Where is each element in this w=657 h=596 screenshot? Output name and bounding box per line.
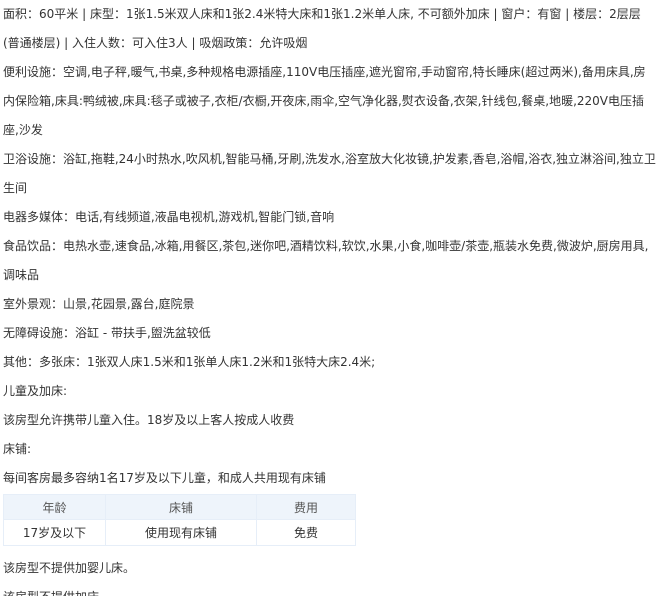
- table-row: 17岁及以下 使用现有床铺 免费: [3, 519, 356, 546]
- table-header-fee: 费用: [256, 494, 356, 520]
- room-detail-panel: 面积：60平米 | 床型：1张1.5米双人床和1张2.4米特大床和1张1.2米单…: [3, 0, 657, 596]
- facility-food-drink: 食品饮品：电热水壶,速食品,冰箱,用餐区,茶包,迷你吧,酒精饮料,软饮,水果,小…: [3, 232, 657, 290]
- facility-label: 其他：: [3, 355, 40, 369]
- facility-value: 浴缸 - 带扶手,盥洗盆较低: [75, 326, 211, 340]
- table-header-age: 年龄: [3, 494, 106, 520]
- facility-accessibility: 无障碍设施：浴缸 - 带扶手,盥洗盆较低: [3, 319, 657, 348]
- children-bed-fee-table: 年龄 床铺 费用 17岁及以下 使用现有床铺 免费: [3, 494, 356, 546]
- facility-value: 山景,花园景,露台,庭院景: [63, 297, 195, 311]
- facility-convenience: 便利设施：空调,电子秤,暖气,书桌,多种规格电源插座,110V电压插座,遮光窗帘…: [3, 58, 657, 145]
- facility-value: 浴缸,拖鞋,24小时热水,吹风机,智能马桶,牙刷,洗发水,浴室放大化妆镜,护发素…: [3, 152, 656, 195]
- crib-text: 该房型不提供加婴儿床。: [3, 561, 136, 575]
- table-cell-bed: 使用现有床铺: [105, 519, 257, 546]
- facility-label: 食品饮品：: [3, 239, 64, 253]
- children-allow-text: 该房型允许携带儿童入住。18岁及以上客人按成人收费: [3, 413, 295, 427]
- facility-electronics: 电器多媒体：电话,有线频道,液晶电视机,游戏机,智能门锁,音响: [3, 203, 657, 232]
- facility-outdoor-view: 室外景观：山景,花园景,露台,庭院景: [3, 290, 657, 319]
- extra-bed-text: 该房型不提供加床。: [3, 583, 657, 596]
- facility-label: 室外景观：: [3, 297, 64, 311]
- facility-value: 电话,有线频道,液晶电视机,游戏机,智能门锁,音响: [75, 210, 335, 224]
- facility-value: 电热水壶,速食品,冰箱,用餐区,茶包,迷你吧,酒精饮料,软饮,水果,小食,咖啡壶…: [3, 239, 649, 282]
- facility-bathroom: 卫浴设施：浴缸,拖鞋,24小时热水,吹风机,智能马桶,牙刷,洗发水,浴室放大化妆…: [3, 145, 657, 203]
- table-cell-age: 17岁及以下: [3, 519, 106, 546]
- bed-heading: 床铺:: [3, 442, 32, 456]
- table-header-bed: 床铺: [105, 494, 257, 520]
- facility-value: 多张床：1张双人床1.5米和1张单人床1.2米和1张特大床2.4米;: [39, 355, 376, 369]
- table-cell-fee: 免费: [256, 519, 356, 546]
- facility-other: 其他：多张床：1张双人床1.5米和1张单人床1.2米和1张特大床2.4米;: [3, 348, 657, 377]
- facility-value: 空调,电子秤,暖气,书桌,多种规格电源插座,110V电压插座,遮光窗帘,手动窗帘…: [3, 65, 646, 137]
- table-header-row: 年龄 床铺 费用: [3, 494, 356, 520]
- facility-label: 便利设施：: [3, 65, 64, 79]
- room-basic-info-line2: (普通楼层) | 入住人数：可入住3人 | 吸烟政策：允许吸烟: [3, 36, 308, 50]
- facility-label: 无障碍设施：: [3, 326, 76, 340]
- facility-label: 卫浴设施：: [3, 152, 64, 166]
- children-policy-heading: 儿童及加床:: [3, 384, 68, 398]
- bed-text: 每间客房最多容纳1名17岁及以下儿童，和成人共用现有床铺: [3, 471, 326, 485]
- facility-label: 电器多媒体：: [3, 210, 76, 224]
- room-basic-info-line1: 面积：60平米 | 床型：1张1.5米双人床和1张2.4米特大床和1张1.2米单…: [3, 7, 641, 21]
